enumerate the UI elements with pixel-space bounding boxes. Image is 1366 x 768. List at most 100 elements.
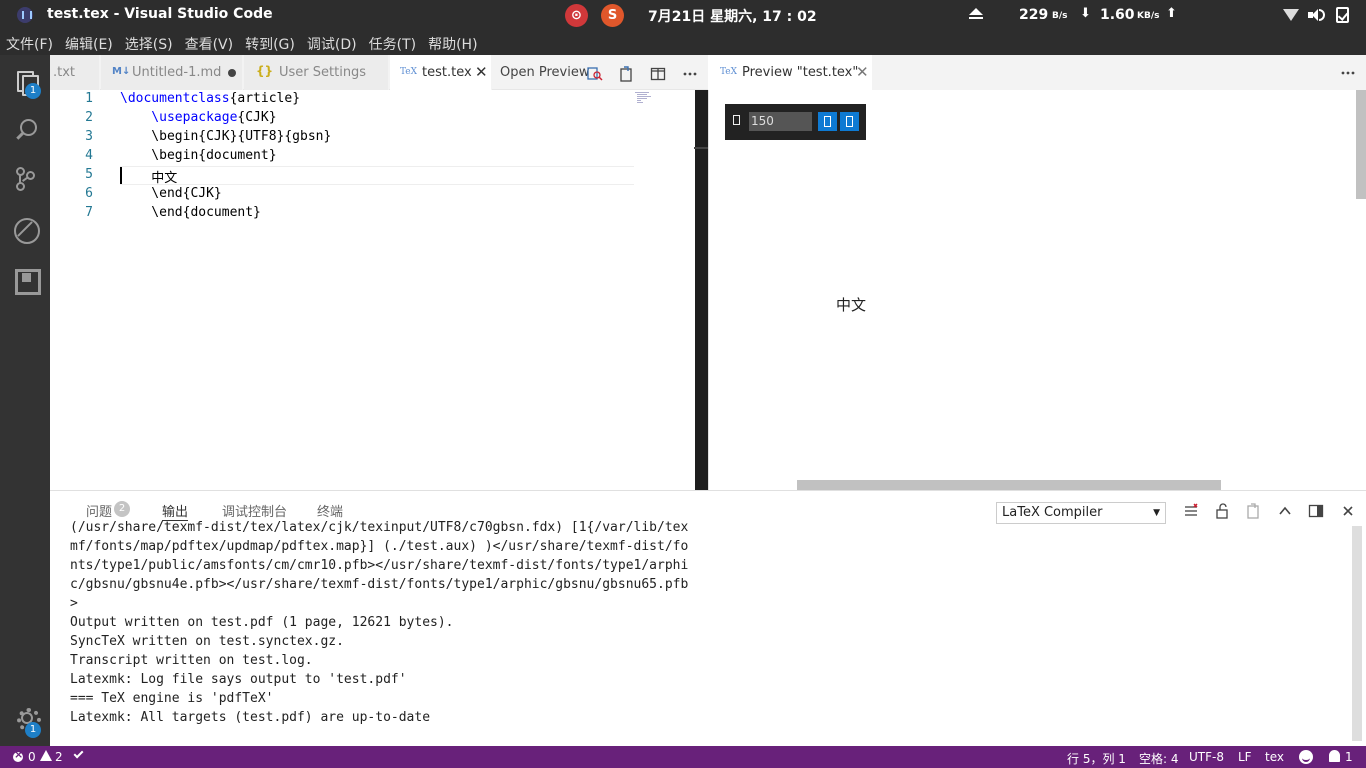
menu-go[interactable]: 转到(G) bbox=[245, 30, 295, 55]
download-arrow-icon: ⬇ bbox=[1080, 6, 1091, 21]
output-line: Transcript written on test.log. bbox=[70, 653, 313, 668]
zoom-in-button[interactable] bbox=[840, 112, 859, 131]
language-mode[interactable]: tex bbox=[1265, 750, 1284, 764]
zoom-input[interactable] bbox=[749, 112, 812, 131]
menu-file[interactable]: 文件(F) bbox=[6, 30, 53, 55]
tab-label: test.tex bbox=[422, 65, 472, 80]
menu-edit[interactable]: 编辑(E) bbox=[65, 30, 113, 55]
output-line: Latexmk: Log file says output to 'test.p… bbox=[70, 672, 407, 687]
output-channel-value: LaTeX Compiler bbox=[1002, 505, 1103, 520]
markdown-icon: M↓ bbox=[112, 66, 131, 77]
search-icon bbox=[13, 117, 37, 141]
output-line: SyncTeX written on test.synctex.gz. bbox=[70, 634, 344, 649]
extensions-button[interactable] bbox=[0, 255, 50, 303]
preview-tab-bar: TeX Preview "test.tex" ✕ bbox=[708, 55, 1366, 90]
more-actions-icon[interactable] bbox=[682, 66, 698, 82]
code-line: \begin{CJK}{UTF8}{gbsn} bbox=[120, 129, 332, 144]
net-up-value: 1.60 bbox=[1100, 7, 1135, 23]
debug-button[interactable] bbox=[0, 205, 50, 253]
code-line: \documentclass{article} bbox=[120, 91, 300, 106]
more-actions-icon[interactable] bbox=[1340, 65, 1356, 81]
line-number: 2 bbox=[85, 110, 93, 125]
menu-bar: 文件(F) 编辑(E) 选择(S) 查看(V) 转到(G) 调试(D) 任务(T… bbox=[0, 30, 1366, 55]
clock[interactable]: 7月21日 星期六, 17 : 02 bbox=[648, 6, 817, 26]
minimap[interactable] bbox=[635, 92, 655, 106]
open-preview-button[interactable]: Open Preview bbox=[500, 65, 589, 80]
tab-label: Preview "test.tex" bbox=[742, 65, 859, 80]
code-line: \begin{document} bbox=[120, 148, 277, 163]
eject-icon[interactable] bbox=[969, 8, 983, 20]
problems-count-badge: 2 bbox=[114, 501, 130, 517]
sidebar-toggle-icon[interactable] bbox=[733, 115, 740, 125]
open-log-icon[interactable] bbox=[1245, 503, 1261, 519]
menu-view[interactable]: 查看(V) bbox=[185, 30, 234, 55]
encoding[interactable]: UTF-8 bbox=[1189, 750, 1224, 764]
menu-debug[interactable]: 调试(D) bbox=[307, 30, 357, 55]
line-number: 7 bbox=[85, 205, 93, 220]
lock-scroll-icon[interactable] bbox=[1214, 503, 1230, 519]
error-icon[interactable] bbox=[13, 748, 23, 762]
sogou-input-tray-icon[interactable]: S bbox=[601, 4, 624, 27]
tab-terminal[interactable]: 终端 bbox=[317, 501, 343, 520]
editor-scrollbar[interactable] bbox=[694, 147, 708, 149]
line-ending[interactable]: LF bbox=[1238, 750, 1252, 764]
maximize-panel-icon[interactable] bbox=[1277, 503, 1293, 519]
output-line: Output written on test.pdf (1 page, 1262… bbox=[70, 615, 454, 630]
close-icon[interactable]: ✕ bbox=[856, 63, 869, 81]
tab-problems[interactable]: 问题 bbox=[86, 501, 112, 520]
search-button[interactable] bbox=[0, 105, 50, 153]
output-channel-select[interactable]: LaTeX Compiler ▼ bbox=[996, 502, 1166, 524]
netease-music-tray-icon[interactable]: ⊙ bbox=[565, 4, 588, 27]
zoom-out-button[interactable] bbox=[818, 112, 837, 131]
notification-count[interactable]: 1 bbox=[1345, 750, 1353, 764]
wifi-icon[interactable] bbox=[1283, 7, 1299, 23]
output-scrollbar[interactable] bbox=[1352, 526, 1362, 741]
window-title: test.tex - Visual Studio Code bbox=[47, 6, 273, 22]
tab-debug-console[interactable]: 调试控制台 bbox=[222, 501, 287, 520]
open-source-icon[interactable] bbox=[618, 66, 634, 82]
warning-icon[interactable] bbox=[40, 750, 52, 761]
editor-tab-bar: .txt M↓ Untitled-1.md {} User Settings T… bbox=[50, 55, 708, 90]
menu-selection[interactable]: 选择(S) bbox=[125, 30, 173, 55]
feedback-smiley-icon[interactable] bbox=[1299, 750, 1313, 764]
json-icon: {} bbox=[256, 64, 274, 78]
vscode-app-icon[interactable] bbox=[17, 7, 33, 23]
pdf-toolbar bbox=[725, 104, 866, 140]
menu-tasks[interactable]: 任务(T) bbox=[369, 30, 416, 55]
error-count[interactable]: 0 bbox=[28, 750, 36, 764]
bell-icon[interactable] bbox=[1329, 750, 1340, 762]
settings-badge: 1 bbox=[25, 722, 41, 738]
tab-preview-test-tex[interactable]: TeX Preview "test.tex" ✕ bbox=[708, 55, 873, 90]
close-icon[interactable]: ✕ bbox=[475, 63, 488, 81]
preview-vertical-scrollbar[interactable] bbox=[1356, 90, 1366, 199]
source-control-button[interactable] bbox=[0, 155, 50, 203]
close-panel-icon[interactable] bbox=[1340, 503, 1356, 519]
clipboard-icon[interactable] bbox=[1336, 7, 1349, 23]
menu-help[interactable]: 帮助(H) bbox=[428, 30, 477, 55]
tab-label: .txt bbox=[53, 65, 76, 80]
explorer-badge: 1 bbox=[25, 83, 41, 99]
tab-txt[interactable]: .txt bbox=[50, 55, 100, 90]
tab-test-tex[interactable]: TeX test.tex ✕ bbox=[390, 55, 492, 90]
cursor-position[interactable]: 行 5，列 1 bbox=[1067, 750, 1126, 767]
tab-user-settings[interactable]: {} User Settings bbox=[244, 55, 389, 90]
warning-count[interactable]: 2 bbox=[55, 750, 63, 764]
manage-button[interactable]: 1 bbox=[0, 696, 50, 744]
find-in-preview-icon[interactable] bbox=[587, 66, 603, 82]
tab-untitled-md[interactable]: M↓ Untitled-1.md bbox=[101, 55, 243, 90]
output-line: === TeX engine is 'pdfTeX' bbox=[70, 691, 274, 706]
check-icon[interactable] bbox=[73, 748, 84, 759]
pdf-preview[interactable]: 中文 bbox=[708, 90, 1366, 490]
panel-position-icon[interactable] bbox=[1308, 503, 1324, 519]
line-number: 3 bbox=[85, 129, 93, 144]
line-number: 5 bbox=[85, 167, 93, 182]
unsaved-dot-icon[interactable] bbox=[228, 69, 236, 77]
latex-command: \documentclass bbox=[120, 91, 230, 106]
clear-output-icon[interactable] bbox=[1183, 503, 1199, 519]
split-editor-icon[interactable] bbox=[650, 66, 666, 82]
code-editor[interactable]: 1 2 3 4 5 6 7 \documentclass{article} \u… bbox=[50, 90, 708, 490]
preview-horizontal-scrollbar[interactable] bbox=[797, 480, 1221, 490]
indentation[interactable]: 空格: 4 bbox=[1139, 750, 1179, 767]
explorer-button[interactable]: 1 bbox=[0, 57, 50, 105]
tab-output[interactable]: 输出 bbox=[162, 501, 189, 521]
